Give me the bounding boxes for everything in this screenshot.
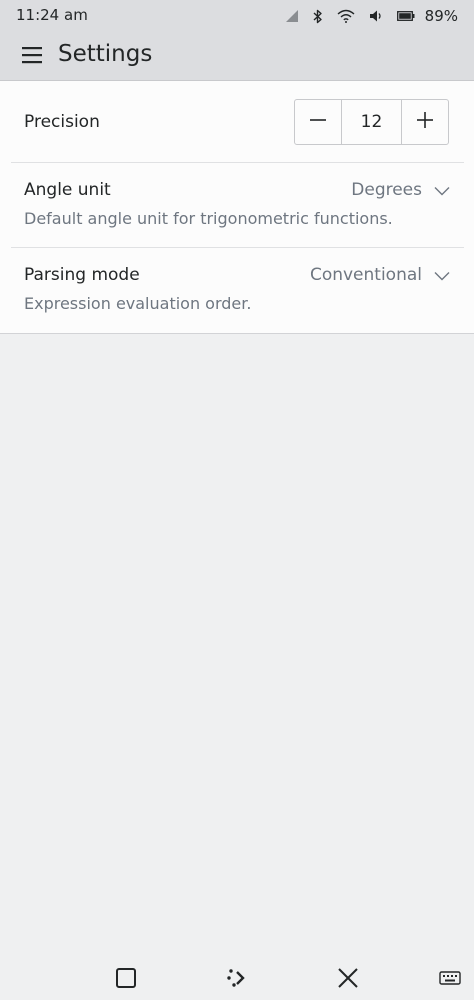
keyboard-icon[interactable] <box>436 964 464 992</box>
parsing-mode-dropdown[interactable]: Conventional <box>310 265 450 285</box>
parsing-mode-description: Expression evaluation order. <box>24 294 252 313</box>
page-title: Settings <box>58 41 153 67</box>
hamburger-menu-icon[interactable] <box>20 43 44 67</box>
setting-row-angle-unit[interactable]: Angle unit Degrees Default angle unit fo… <box>0 163 474 248</box>
parsing-mode-label: Parsing mode <box>24 265 140 285</box>
status-bar: 11:24 am 89% <box>0 0 474 32</box>
app-bar: Settings <box>0 32 474 81</box>
precision-label: Precision <box>24 112 100 132</box>
system-nav-bar <box>0 952 474 1000</box>
battery-percent: 89% <box>424 7 458 25</box>
chevron-down-icon <box>434 181 450 200</box>
close-icon[interactable] <box>334 964 362 992</box>
angle-unit-value: Degrees <box>351 180 422 200</box>
setting-row-precision: Precision 12 <box>0 81 474 163</box>
decrement-button[interactable] <box>295 100 341 144</box>
dots-arrow-icon[interactable] <box>223 964 251 992</box>
angle-unit-label: Angle unit <box>24 180 111 200</box>
signal-icon <box>285 9 299 23</box>
status-time: 11:24 am <box>16 6 88 24</box>
increment-button[interactable] <box>402 100 448 144</box>
angle-unit-dropdown[interactable]: Degrees <box>351 180 450 200</box>
square-icon[interactable] <box>112 964 140 992</box>
status-icons: 89% <box>285 6 458 26</box>
wifi-icon <box>337 9 355 23</box>
plus-icon <box>416 111 434 133</box>
angle-unit-description: Default angle unit for trigonometric fun… <box>24 209 393 228</box>
chevron-down-icon <box>434 266 450 285</box>
precision-value[interactable]: 12 <box>341 100 402 144</box>
settings-list: Precision 12 Angle unit Degrees Default … <box>0 81 474 334</box>
setting-row-parsing-mode[interactable]: Parsing mode Conventional Expression eva… <box>0 248 474 333</box>
bluetooth-icon <box>313 9 323 24</box>
battery-icon <box>396 10 415 22</box>
volume-icon <box>369 9 383 23</box>
minus-icon <box>309 111 327 133</box>
parsing-mode-value: Conventional <box>309 265 422 285</box>
precision-stepper: 12 <box>294 99 449 145</box>
